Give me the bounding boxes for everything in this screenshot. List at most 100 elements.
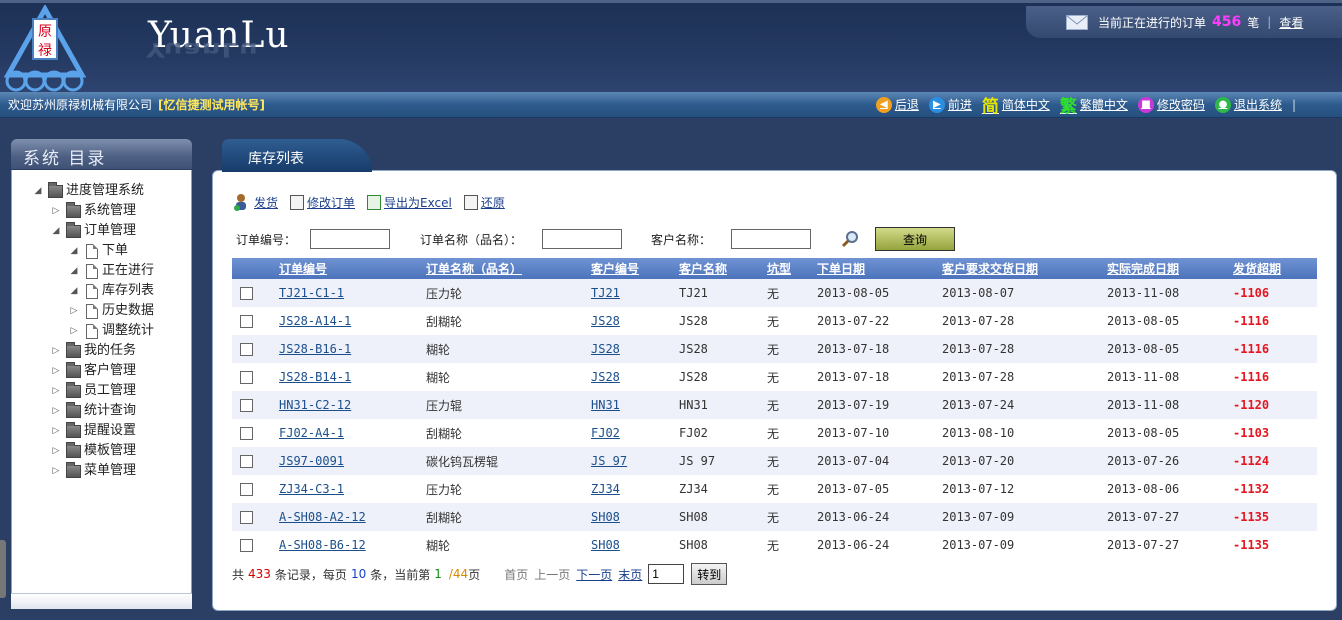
order-no-link[interactable]: ZJ34-C3-1 xyxy=(279,482,344,496)
customer-no-link[interactable]: JS28 xyxy=(591,342,620,356)
table-row: JS97-0091 碳化钨瓦楞辊 JS 97 JS 97 无 2013-07-04 2013… xyxy=(232,447,1317,475)
customer-no-link[interactable]: ZJ34 xyxy=(591,482,620,496)
customer-no-link[interactable]: TJ21 xyxy=(591,286,620,300)
collapsed-toggle-icon[interactable]: ▷ xyxy=(50,361,62,381)
query-button[interactable]: 查询 xyxy=(875,227,956,251)
order-no-link[interactable]: FJ02-A4-1 xyxy=(279,426,344,440)
row-checkbox[interactable] xyxy=(240,371,253,384)
forward-button[interactable]: ▶ 前进 xyxy=(928,96,972,113)
collapsed-toggle-icon[interactable]: ▷ xyxy=(68,321,80,341)
collapsed-toggle-icon[interactable]: ▷ xyxy=(50,381,62,401)
restore-button[interactable]: 还原 xyxy=(463,194,505,211)
row-checkbox[interactable] xyxy=(240,287,253,300)
folder-icon xyxy=(48,181,63,198)
order-no-link[interactable]: A-SH08-B6-12 xyxy=(279,538,366,552)
row-checkbox[interactable] xyxy=(240,343,253,356)
customer-no-link[interactable]: JS28 xyxy=(591,370,620,384)
row-checkbox[interactable] xyxy=(240,455,253,468)
view-orders-link[interactable]: 查看 xyxy=(1279,14,1303,31)
goto-button[interactable]: 转到 xyxy=(691,563,728,585)
collapsed-toggle-icon[interactable]: ▷ xyxy=(50,441,62,461)
mail-icon xyxy=(1066,14,1088,30)
customer-no-link[interactable]: SH08 xyxy=(591,538,620,552)
sidebar-item-6[interactable]: ▷ 历史数据 xyxy=(32,301,154,321)
next-page-link[interactable]: 下一页 xyxy=(576,566,612,583)
row-checkbox[interactable] xyxy=(240,399,253,412)
order-name-input[interactable] xyxy=(542,229,623,249)
header-order-date[interactable]: 下单日期 xyxy=(817,258,942,279)
collapsed-toggle-icon[interactable]: ▷ xyxy=(50,421,62,441)
customer-name-cell: TJ21 xyxy=(679,286,708,300)
expanded-toggle-icon[interactable]: ◢ xyxy=(68,261,80,281)
collapsed-toggle-icon[interactable]: ▷ xyxy=(50,401,62,421)
expanded-toggle-icon[interactable]: ◢ xyxy=(68,241,80,261)
header-order-no[interactable]: 订单编号 xyxy=(279,258,426,279)
header-customer-no[interactable]: 客户编号 xyxy=(591,258,679,279)
sidebar-item-9[interactable]: ▷ 客户管理 xyxy=(32,361,154,381)
order-no-link[interactable]: JS28-A14-1 xyxy=(279,314,351,328)
ship-button[interactable]: 发货 xyxy=(233,192,278,212)
page-number-input[interactable] xyxy=(648,564,685,584)
collapsed-toggle-icon[interactable]: ▷ xyxy=(50,461,62,481)
order-no-link[interactable]: HN31-C2-12 xyxy=(279,398,351,412)
row-checkbox[interactable] xyxy=(240,539,253,552)
sidebar-item-1[interactable]: ▷ 系统管理 xyxy=(32,201,154,221)
row-checkbox[interactable] xyxy=(240,427,253,440)
sidebar-item-7[interactable]: ▷ 调整统计 xyxy=(32,321,154,341)
edit-order-button[interactable]: 修改订单 xyxy=(290,194,355,211)
collapsed-toggle-icon[interactable]: ▷ xyxy=(50,201,62,221)
header-customer-name[interactable]: 客户名称 xyxy=(679,258,767,279)
row-checkbox[interactable] xyxy=(240,483,253,496)
tab-inventory-list[interactable]: 库存列表 xyxy=(222,139,372,172)
order-no-link[interactable]: TJ21-C1-1 xyxy=(279,286,344,300)
completed-date-cell: 2013-08-06 xyxy=(1107,482,1180,496)
expanded-toggle-icon[interactable]: ◢ xyxy=(50,221,62,241)
sidebar-item-12[interactable]: ▷ 提醒设置 xyxy=(32,421,154,441)
collapsed-toggle-icon[interactable]: ▷ xyxy=(50,341,62,361)
sidebar-item-11[interactable]: ▷ 统计查询 xyxy=(32,401,154,421)
collapsed-toggle-icon[interactable]: ▷ xyxy=(68,301,80,321)
header-completed-date[interactable]: 实际完成日期 xyxy=(1107,258,1233,279)
order-no-input[interactable] xyxy=(310,229,391,249)
back-button[interactable]: ◀ 后退 xyxy=(875,96,919,113)
order-no-link[interactable]: JS28-B16-1 xyxy=(279,342,351,356)
row-checkbox[interactable] xyxy=(240,315,253,328)
header-order-name[interactable]: 订单名称（品名） xyxy=(426,258,591,279)
header-overdue[interactable]: 发货超期 xyxy=(1233,258,1317,279)
sidebar-item-0[interactable]: ◢ 进度管理系统 xyxy=(32,181,154,201)
row-checkbox[interactable] xyxy=(240,511,253,524)
sidebar-item-8[interactable]: ▷ 我的任务 xyxy=(32,341,154,361)
sidebar-item-10[interactable]: ▷ 员工管理 xyxy=(32,381,154,401)
traditional-chinese-button[interactable]: 繁 繁體中文 xyxy=(1060,92,1128,117)
customer-no-link[interactable]: JS28 xyxy=(591,314,620,328)
sidebar-item-2[interactable]: ◢ 订单管理 xyxy=(32,221,154,241)
order-no-link[interactable]: JS28-B14-1 xyxy=(279,370,351,384)
sidebar-item-4[interactable]: ◢ 正在进行 xyxy=(32,261,154,281)
sidebar-item-14[interactable]: ▷ 菜单管理 xyxy=(32,461,154,481)
exit-button[interactable]: ● 退出系统 xyxy=(1214,96,1282,113)
folder-icon xyxy=(66,421,81,438)
expanded-toggle-icon[interactable]: ◢ xyxy=(68,281,80,301)
sidebar-item-13[interactable]: ▷ 模板管理 xyxy=(32,441,154,461)
expanded-toggle-icon[interactable]: ◢ xyxy=(32,181,44,201)
sidebar-item-label: 进度管理系统 xyxy=(66,183,145,198)
sidebar-item-5[interactable]: ◢ 库存列表 xyxy=(32,281,154,301)
customer-no-link[interactable]: HN31 xyxy=(591,398,620,412)
order-no-link[interactable]: A-SH08-A2-12 xyxy=(279,510,366,524)
change-password-button[interactable]: ■ 修改密码 xyxy=(1137,96,1205,113)
header-pit-type[interactable]: 坑型 xyxy=(767,258,817,279)
export-excel-button[interactable]: 导出为Excel xyxy=(367,194,452,211)
select-cell xyxy=(232,531,279,559)
customer-no-link[interactable]: FJ02 xyxy=(591,426,620,440)
overdue-cell: -1135 xyxy=(1233,510,1270,524)
last-page-link[interactable]: 末页 xyxy=(618,566,642,583)
simplified-chinese-button[interactable]: 简 简体中文 xyxy=(982,92,1050,117)
magnifier-icon[interactable] xyxy=(841,230,859,248)
customer-no-link[interactable]: JS 97 xyxy=(591,454,627,468)
customer-name-input[interactable] xyxy=(731,229,812,249)
customer-no-link[interactable]: SH08 xyxy=(591,510,620,524)
menu-tree: ◢ 进度管理系统 ▷ 系统管理 ◢ 订单管理 ◢ 下单 ◢ 正在进行 ◢ 库存列表 ▷ 历史数据 ▷ 调整统计… xyxy=(32,181,154,481)
header-required-date[interactable]: 客户要求交货日期 xyxy=(942,258,1107,279)
order-no-link[interactable]: JS97-0091 xyxy=(279,454,344,468)
sidebar-item-3[interactable]: ◢ 下单 xyxy=(32,241,154,261)
